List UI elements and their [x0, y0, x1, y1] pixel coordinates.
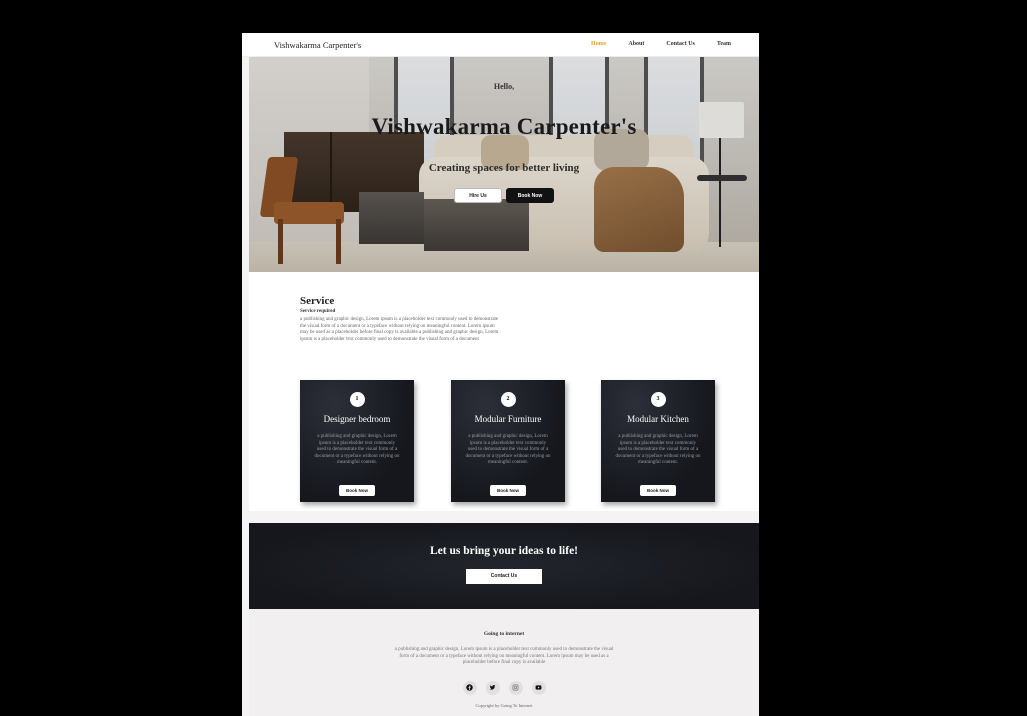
webpage: Vishwakarma Carpenter's Home About Conta… [242, 33, 759, 716]
service-card: 2 Modular Furniture a publishing and gra… [451, 380, 565, 502]
copyright-text: Copyright by Going To Internet [475, 702, 533, 708]
hero-tagline: Creating spaces for better living [428, 162, 580, 174]
card-title: Modular Kitchen [627, 414, 689, 424]
card-book-now-button[interactable]: Book Now [339, 485, 375, 496]
nav-link-home[interactable]: Home [591, 41, 606, 47]
twitter-icon[interactable] [485, 680, 500, 695]
card-number: 2 [500, 392, 516, 407]
card-number: 1 [349, 392, 365, 407]
cta-section: Let us bring your ideas to life! Contact… [249, 523, 759, 609]
card-title: Modular Furniture [474, 414, 542, 424]
youtube-icon[interactable] [531, 680, 546, 695]
service-card: 3 Modular Kitchen a publishing and graph… [601, 380, 715, 502]
cta-title: Let us bring your ideas to life! [429, 545, 578, 557]
service-title: Service [300, 295, 335, 307]
hero-title: Vishwakarma Carpenter's [371, 114, 637, 139]
hero-buttons: Hire Us Book Now [249, 188, 759, 203]
card-text: a publishing and graphic design, Lorem i… [615, 434, 701, 465]
nav-link-team[interactable]: Team [717, 41, 731, 47]
service-card: 1 Designer bedroom a publishing and grap… [300, 380, 414, 502]
navbar: Vishwakarma Carpenter's Home About Conta… [242, 33, 759, 57]
nav-link-about[interactable]: About [628, 41, 644, 47]
card-title: Designer bedroom [323, 414, 391, 424]
card-text: a publishing and graphic design, Lorem i… [314, 434, 400, 465]
facebook-icon[interactable] [462, 680, 477, 695]
card-number: 3 [650, 392, 666, 407]
page-edge [242, 33, 249, 716]
card-book-now-button[interactable]: Book Now [490, 485, 526, 496]
book-now-button[interactable]: Book Now [506, 188, 554, 203]
hire-us-button[interactable]: Hire Us [454, 188, 502, 203]
brand-name[interactable]: Vishwakarma Carpenter's [274, 40, 361, 50]
card-text: a publishing and graphic design, Lorem i… [465, 434, 551, 465]
nav-link-contact[interactable]: Contact Us [666, 41, 695, 47]
footer: Going to internet a publishing and graph… [249, 609, 759, 716]
contact-us-button[interactable]: Contact Us [466, 569, 542, 584]
footer-text: a publishing and graphic design, Lorem i… [394, 647, 614, 665]
instagram-icon[interactable] [508, 680, 523, 695]
service-text: a publishing and graphic design, Lorem i… [300, 317, 499, 342]
footer-title: Going to internet [483, 631, 525, 637]
section-divider [249, 511, 759, 523]
hero-greeting: Hello, [493, 82, 515, 91]
card-book-now-button[interactable]: Book Now [640, 485, 676, 496]
hero-section: Hello, Vishwakarma Carpenter's Creating … [249, 57, 759, 272]
service-section: Service Service required a publishing an… [300, 295, 500, 343]
service-subtitle: Service required [300, 309, 336, 314]
social-links [249, 680, 759, 695]
nav-links: Home About Contact Us Team [569, 41, 731, 47]
